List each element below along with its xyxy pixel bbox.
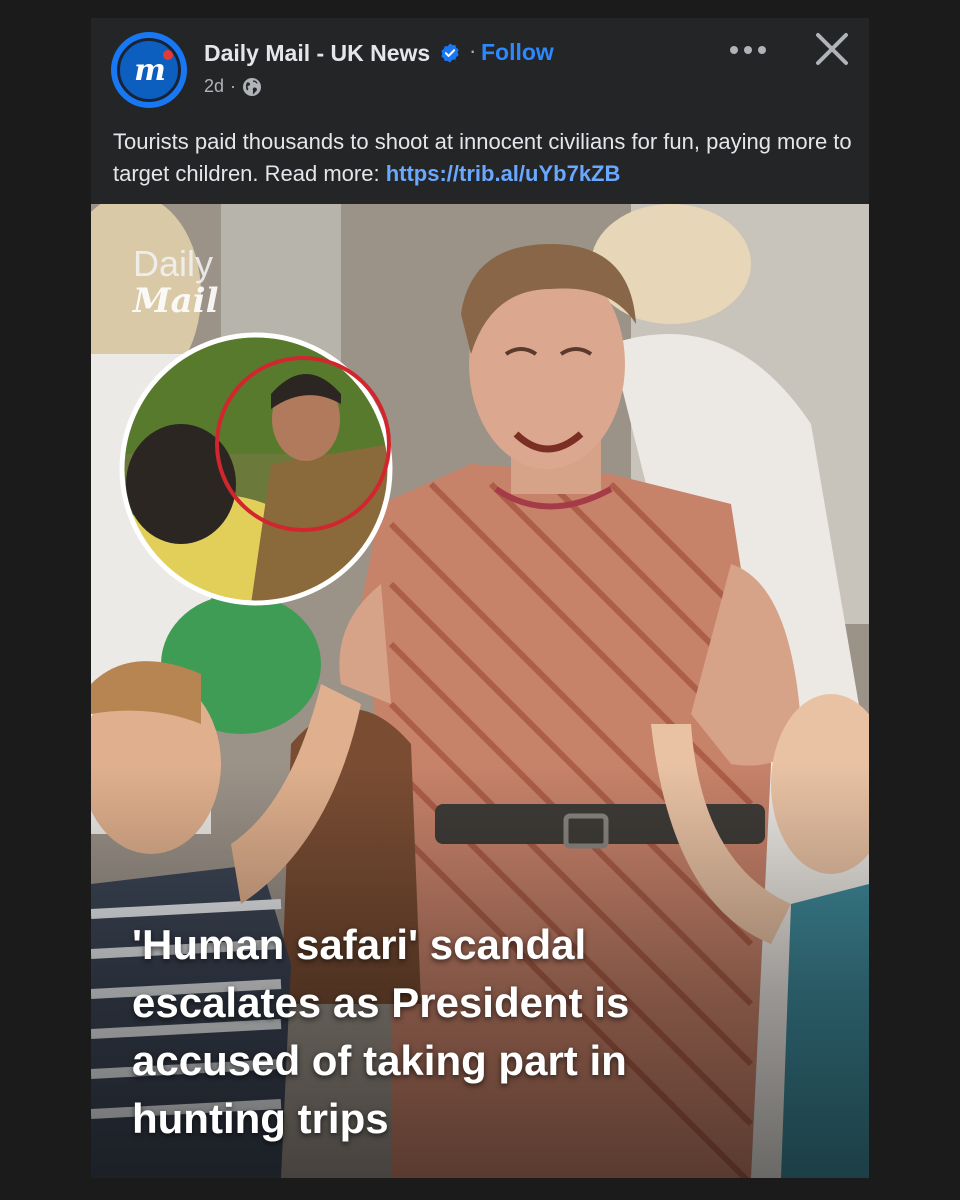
post-meta: 2d · (204, 76, 262, 97)
article-image[interactable]: Daily Mail 'Human safari' scandal escala… (91, 204, 869, 1178)
article-headline: 'Human safari' scandal escalates as Pres… (132, 921, 630, 1142)
follow-separator: · (469, 38, 477, 63)
watermark-line2: Mail (133, 281, 219, 321)
page-avatar[interactable]: m (111, 32, 187, 108)
poppy-icon (163, 50, 173, 60)
post-caption: Tourists paid thousands to shoot at inno… (113, 126, 853, 190)
article-link[interactable]: https://trib.al/uYb7kZB (386, 161, 621, 186)
facebook-post-card: m Daily Mail - UK News · Follow 2d · Tou… (91, 18, 869, 1178)
follow-button[interactable]: Follow (481, 39, 554, 66)
verified-badge-icon (441, 43, 459, 63)
post-timestamp[interactable]: 2d (204, 76, 224, 97)
watermark-line1: Daily (133, 243, 214, 284)
page-name-link[interactable]: Daily Mail - UK News (204, 40, 430, 67)
meta-separator: · (230, 76, 237, 96)
daily-mail-logo: m (117, 38, 181, 102)
daily-mail-watermark: Daily Mail (133, 243, 219, 321)
close-icon[interactable] (809, 26, 855, 72)
logo-monogram: m (134, 52, 166, 88)
globe-icon (243, 77, 262, 96)
more-options-icon[interactable] (724, 32, 772, 68)
bystander-right-hair (591, 204, 751, 324)
